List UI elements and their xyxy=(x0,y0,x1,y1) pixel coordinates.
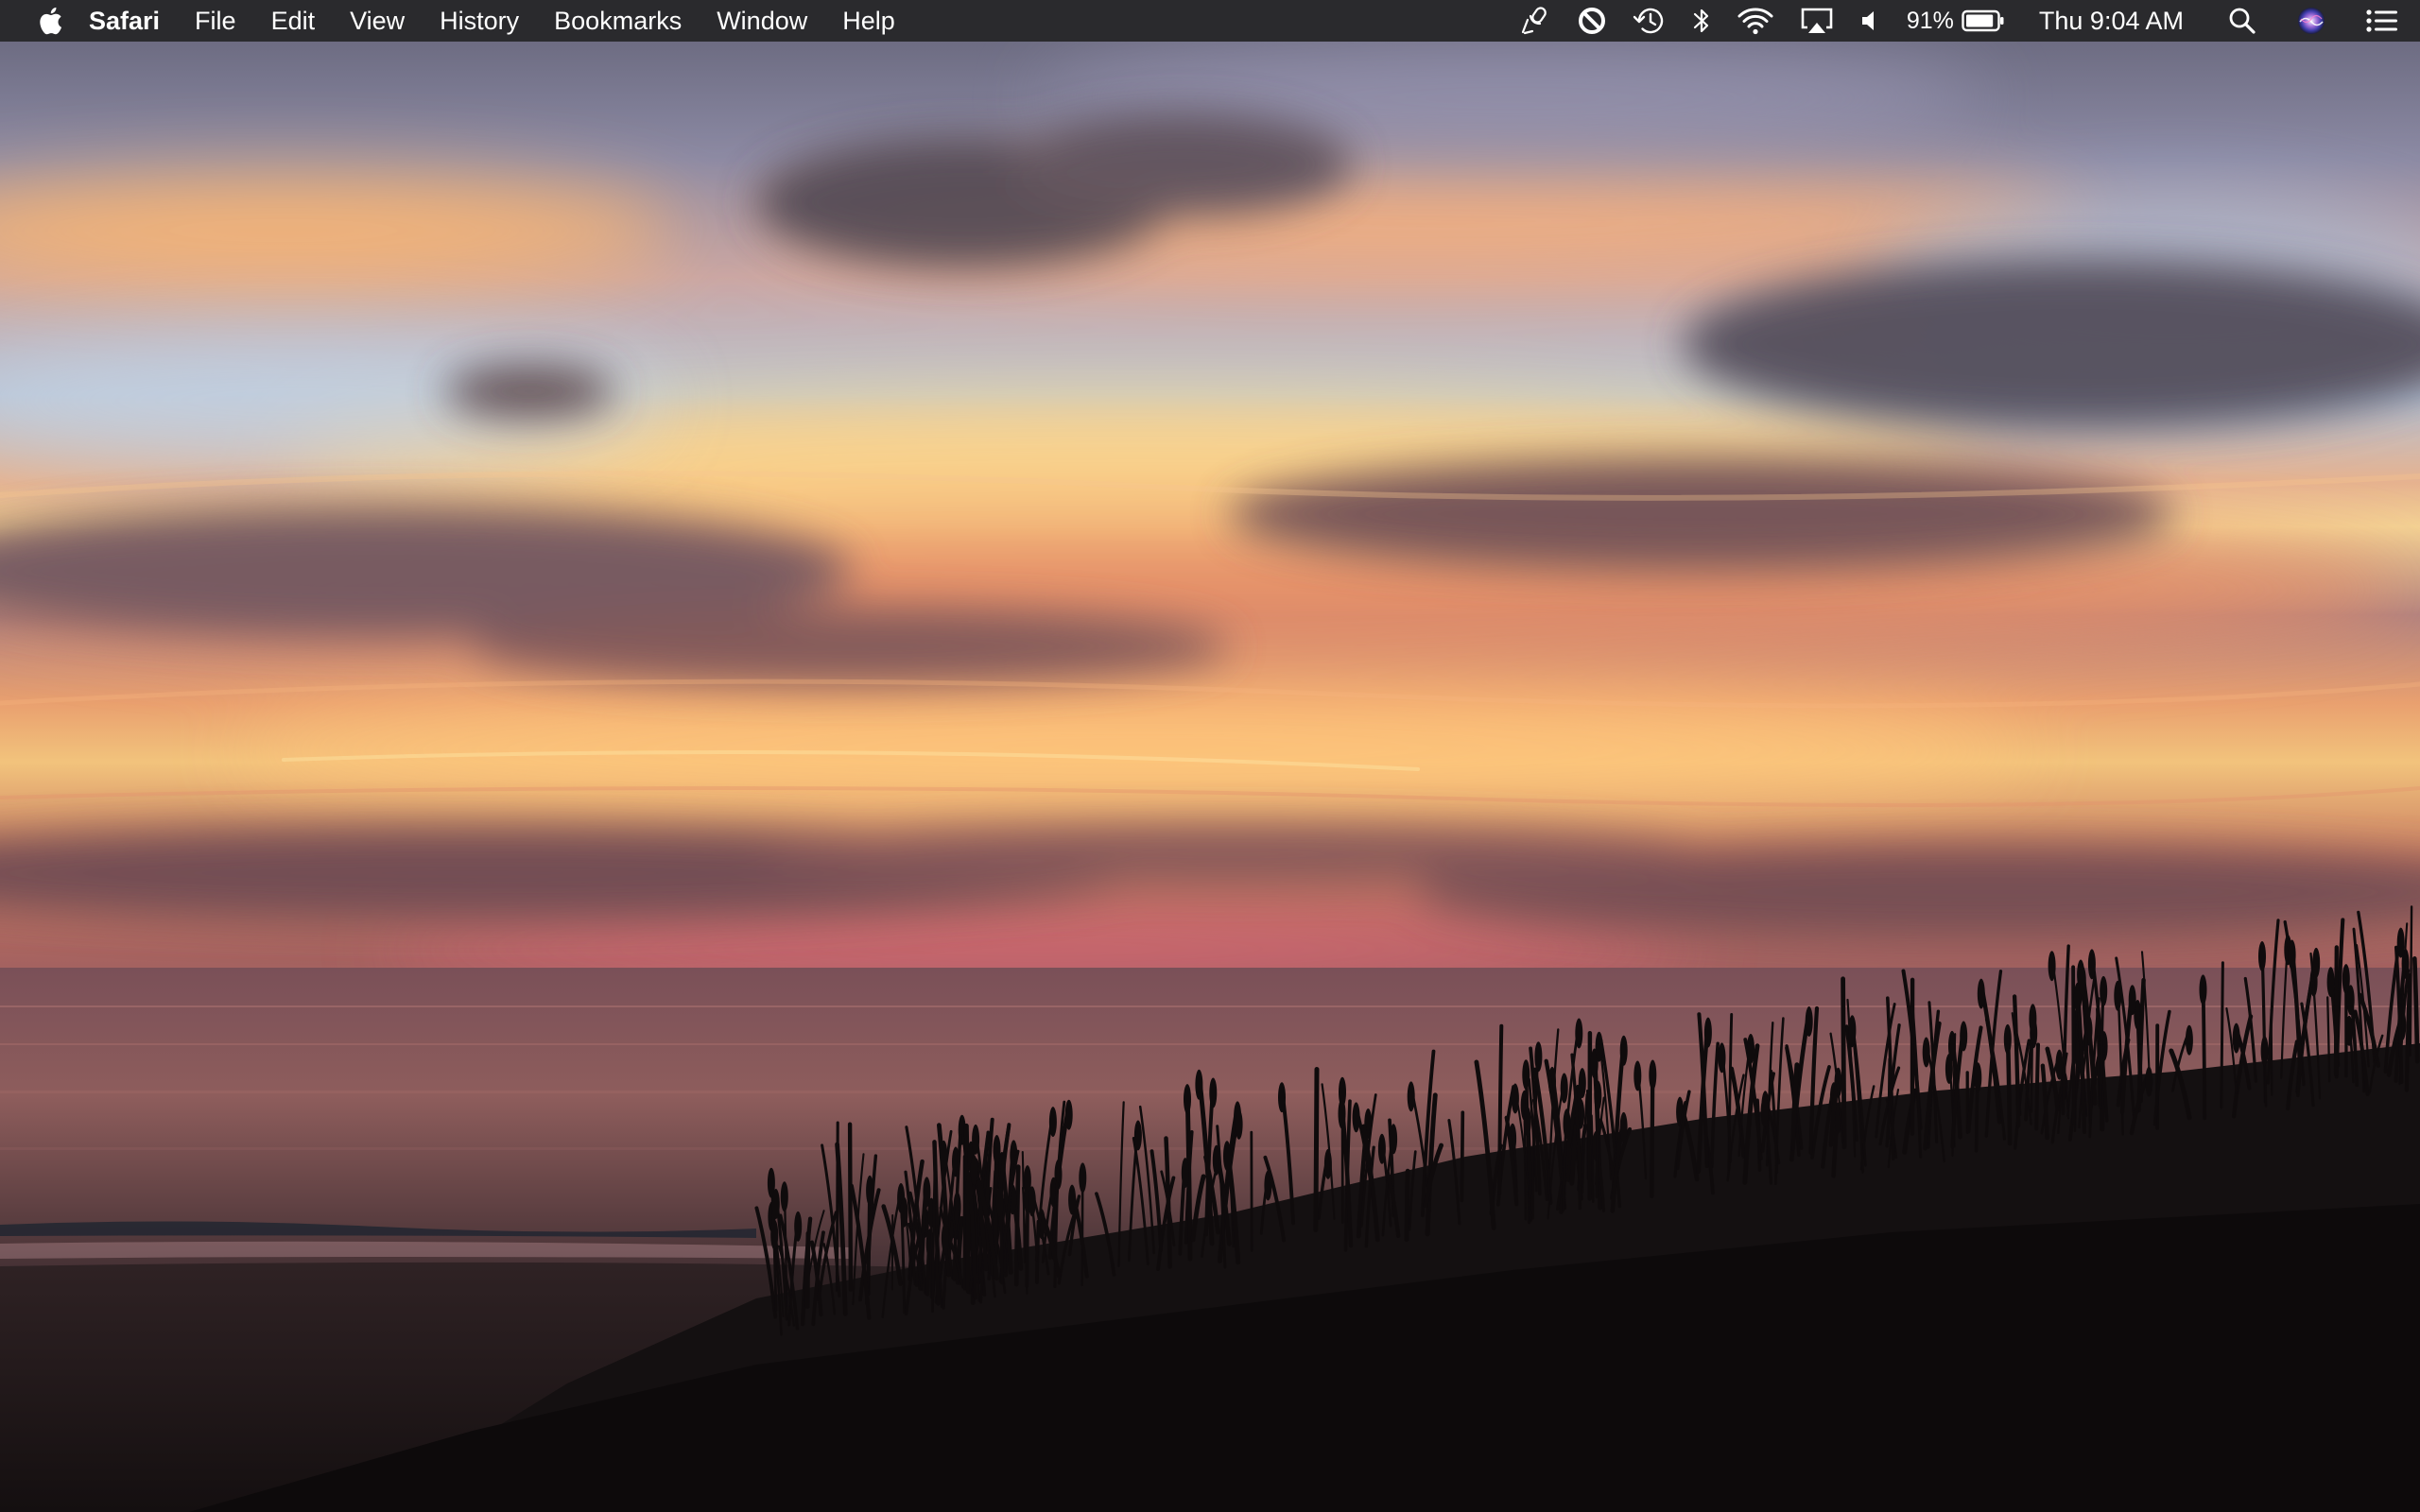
microphone-icon[interactable] xyxy=(1519,0,1551,42)
notification-center-icon[interactable] xyxy=(2365,0,2399,42)
battery-percentage[interactable]: 91% xyxy=(1907,0,1954,42)
volume-icon[interactable] xyxy=(1859,0,1880,42)
menu-edit[interactable]: Edit xyxy=(271,0,316,42)
menu-history[interactable]: History xyxy=(440,0,519,42)
airplay-icon[interactable] xyxy=(1799,0,1835,42)
battery-icon[interactable] xyxy=(1962,0,2005,42)
menu-window[interactable]: Window xyxy=(717,0,807,42)
menu-help[interactable]: Help xyxy=(842,0,895,42)
menu-bar: Safari File Edit View History Bookmarks … xyxy=(0,0,2420,42)
desktop-wallpaper xyxy=(0,42,2420,1512)
app-menu-safari[interactable]: Safari xyxy=(89,0,160,42)
menu-file[interactable]: File xyxy=(195,0,236,42)
siri-icon[interactable] xyxy=(2295,0,2327,42)
menu-bar-status: 91% Thu 9:04 AM xyxy=(1495,0,2420,42)
menu-clock[interactable]: Thu 9:04 AM xyxy=(2039,0,2184,42)
bluetooth-icon[interactable] xyxy=(1691,0,1712,42)
menu-view[interactable]: View xyxy=(350,0,405,42)
menu-bar-left: Safari File Edit View History Bookmarks … xyxy=(0,0,930,42)
time-machine-icon[interactable] xyxy=(1633,0,1667,42)
apple-icon[interactable] xyxy=(36,0,64,42)
do-not-disturb-icon[interactable] xyxy=(1576,0,1608,42)
menu-bookmarks[interactable]: Bookmarks xyxy=(554,0,682,42)
spotlight-search-icon[interactable] xyxy=(2227,0,2257,42)
wifi-icon[interactable] xyxy=(1737,0,1774,42)
sunset-wallpaper-image xyxy=(0,42,2420,1512)
